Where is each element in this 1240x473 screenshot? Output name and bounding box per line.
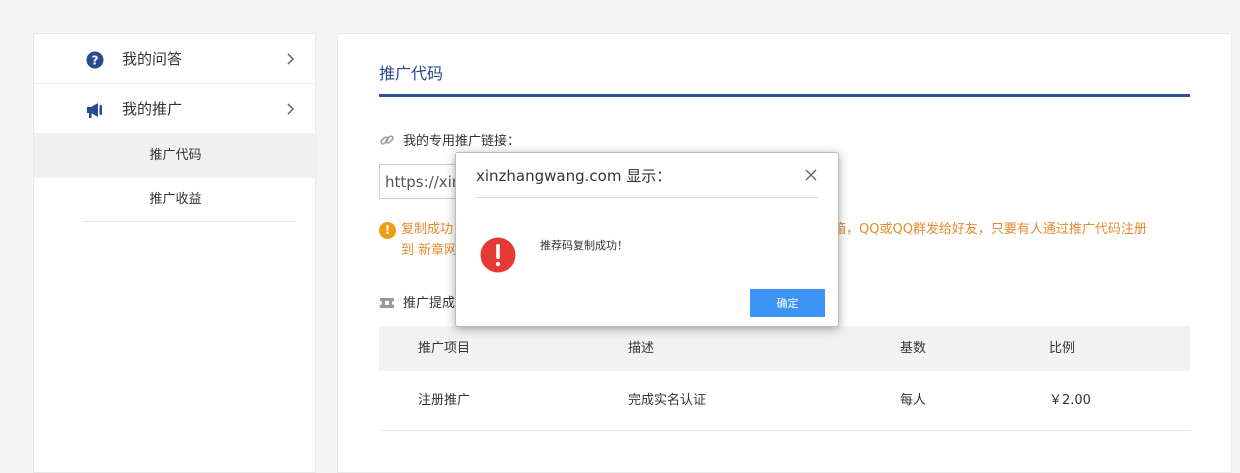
link-icon [380, 135, 394, 145]
cell-item: 注册推广 [418, 393, 471, 408]
column-header-base: 基数 [900, 341, 927, 356]
column-header-ratio: 比例 [1049, 341, 1076, 356]
column-header-description: 描述 [628, 341, 655, 356]
promo-link-input[interactable] [379, 164, 459, 199]
chevron-right-icon [287, 53, 295, 65]
sidebar-subitem-promo-code[interactable]: 推广代码 [34, 134, 317, 178]
column-header-item: 推广项目 [418, 341, 471, 356]
notice-text-end: 邮箱，QQ或QQ群发给好友，只要有人通过推广代码注册 [820, 222, 1147, 237]
error-icon [480, 237, 516, 273]
chevron-right-icon [287, 103, 295, 115]
table-header: 推广项目 描述 基数 比例 [379, 326, 1190, 371]
promo-commission-heading-text: 推广提成 [403, 296, 456, 311]
ok-button[interactable]: 确定 [750, 289, 825, 317]
close-icon[interactable] [804, 168, 818, 182]
sidebar-item-my-qa[interactable]: ? 我的问答 [34, 34, 317, 84]
page-title: 推广代码 [379, 64, 444, 83]
exclamation-icon: ! [379, 222, 396, 239]
cell-ratio: ￥2.00 [1049, 393, 1091, 408]
dialog-title: xinzhangwang.com 显示： [476, 167, 672, 185]
ticket-icon [380, 298, 394, 308]
cell-base: 每人 [900, 393, 927, 408]
alert-dialog: xinzhangwang.com 显示： 推荐码复制成功！ 确定 [455, 152, 839, 327]
dialog-message: 推荐码复制成功！ [540, 239, 628, 252]
notice-text-line2: 到 新章网 [401, 243, 458, 258]
sidebar-item-label: 我的问答 [122, 50, 183, 68]
promo-link-label-text: 我的专用推广链接： [403, 134, 521, 149]
dialog-divider [476, 197, 818, 198]
promo-link-label: 我的专用推广链接： [379, 130, 520, 149]
table-row: 注册推广 完成实名认证 每人 ￥2.00 [379, 371, 1190, 431]
megaphone-icon [87, 103, 102, 118]
title-divider [379, 94, 1190, 97]
svg-text:?: ? [92, 54, 99, 68]
commission-table: 推广项目 描述 基数 比例 注册推广 完成实名认证 每人 ￥2.00 [379, 326, 1190, 431]
question-circle-icon: ? [86, 51, 104, 69]
sidebar-subitem-promo-earnings[interactable]: 推广收益 [34, 178, 317, 222]
promo-commission-heading: 推广提成 [379, 292, 455, 311]
sidebar-item-my-promotion[interactable]: 我的推广 [34, 84, 317, 134]
sidebar-item-label: 我的推广 [122, 100, 183, 118]
cell-description: 完成实名认证 [628, 393, 707, 408]
sidebar: ? 我的问答 我的推广 推广代码 推广收益 [33, 33, 317, 473]
notice-text-start: 复制成功 [401, 222, 454, 237]
